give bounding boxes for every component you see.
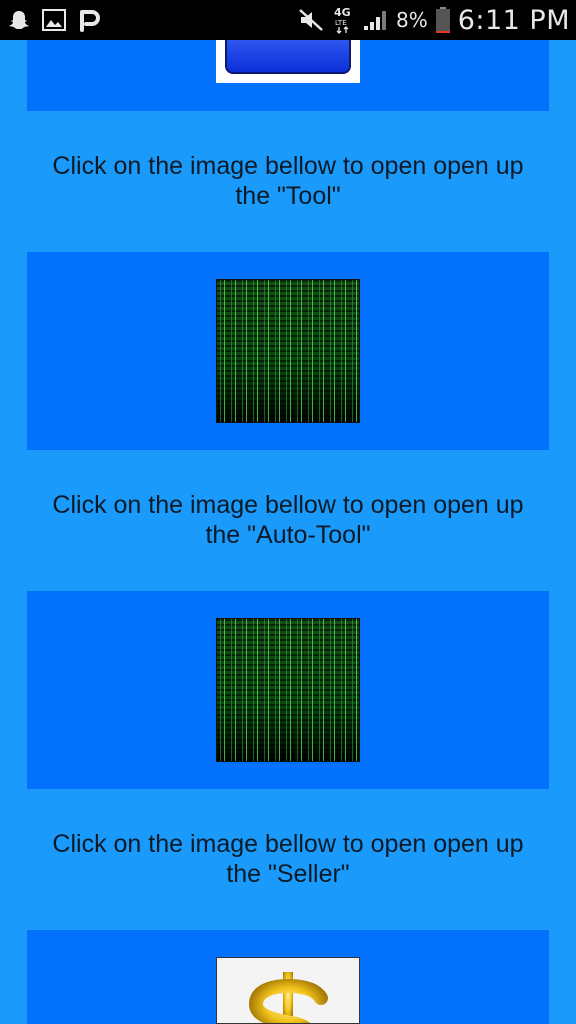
caption-line: Click on the image bellow to open open u… bbox=[52, 830, 524, 858]
svg-text:LTE: LTE bbox=[335, 19, 347, 27]
caption-tool: Click on the image bellow to open open u… bbox=[0, 151, 576, 211]
status-left-icons bbox=[8, 0, 104, 40]
caption-line: the "Auto-Tool" bbox=[205, 521, 371, 549]
battery-percent: 8% bbox=[395, 8, 428, 32]
auto-tool-card bbox=[27, 591, 549, 789]
caption-line: Click on the image bellow to open open u… bbox=[52, 152, 524, 180]
caption-line: the "Seller" bbox=[226, 860, 350, 888]
svg-text:4G: 4G bbox=[334, 6, 351, 19]
caption-line: Click on the image bellow to open open u… bbox=[52, 491, 524, 519]
battery-icon bbox=[435, 7, 450, 33]
image-card-top bbox=[27, 30, 549, 111]
app-button-image[interactable] bbox=[216, 30, 360, 83]
seller-image[interactable] bbox=[216, 957, 360, 1024]
status-right-icons: 4G LTE 8% 6:11 PM bbox=[298, 0, 570, 40]
signal-icon bbox=[362, 8, 388, 32]
lte-icon: 4G LTE bbox=[332, 5, 354, 35]
image-icon bbox=[42, 9, 66, 31]
caption-auto-tool: Click on the image bellow to open open u… bbox=[0, 490, 576, 550]
clock: 6:11 PM bbox=[457, 4, 570, 36]
snapchat-icon bbox=[8, 9, 30, 31]
dollar-icon bbox=[248, 972, 328, 1023]
mute-icon bbox=[298, 8, 324, 32]
p-app-icon bbox=[78, 8, 104, 32]
status-bar: 4G LTE 8% 6:11 PM bbox=[0, 0, 576, 40]
caption-line: the "Tool" bbox=[235, 182, 341, 210]
tool-card bbox=[27, 252, 549, 450]
seller-card bbox=[27, 930, 549, 1024]
auto-tool-image[interactable] bbox=[216, 618, 360, 762]
tool-image[interactable] bbox=[216, 279, 360, 423]
caption-seller: Click on the image bellow to open open u… bbox=[0, 829, 576, 889]
